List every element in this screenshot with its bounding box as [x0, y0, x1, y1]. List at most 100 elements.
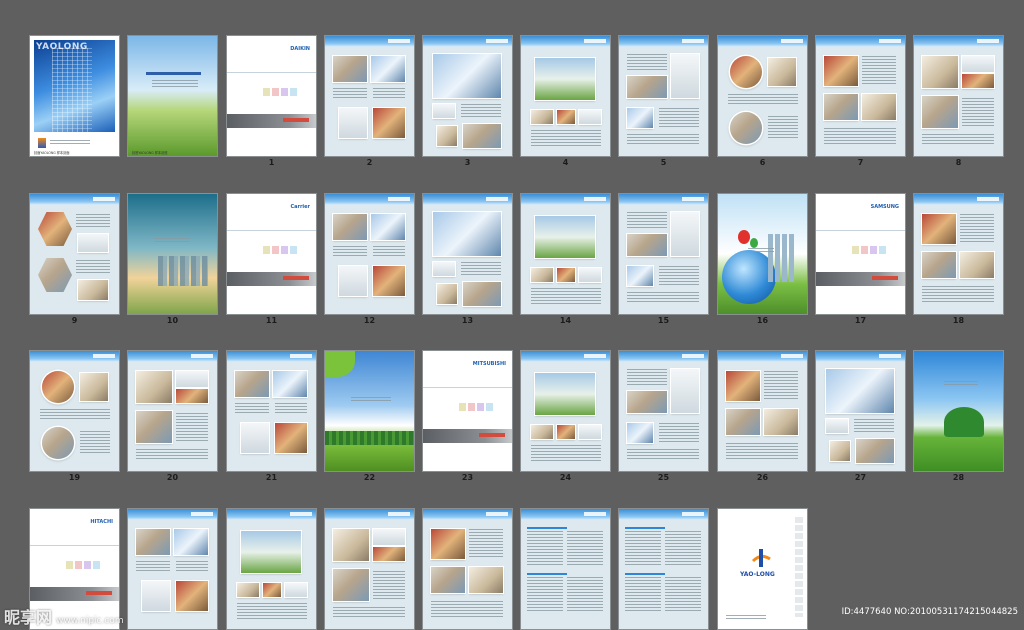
header-tag: [682, 512, 704, 516]
list-heading-bar: [527, 573, 567, 575]
list-heading-bar: [527, 527, 567, 529]
project-photo: [371, 214, 405, 240]
page-number: 21: [265, 473, 278, 482]
project-photo: [922, 96, 958, 128]
page-thumbnail: [30, 194, 119, 314]
page-number: 6: [759, 158, 766, 167]
text-block: [659, 423, 699, 443]
project-photo: [136, 411, 172, 443]
page-thumbnail: DAIKIN: [227, 36, 316, 156]
color-swatch: [477, 403, 484, 411]
text-block: [665, 531, 701, 567]
project-photo: [579, 268, 601, 282]
page-thumbnail: [227, 509, 316, 629]
page-thumbnail: [619, 36, 708, 156]
page-thumbnail: [816, 351, 905, 471]
text-block: [627, 369, 667, 385]
list-heading-bar: [625, 527, 665, 529]
text-block: [373, 571, 405, 599]
header-tag: [290, 512, 312, 516]
text-block: [944, 381, 978, 385]
circle-photo: [730, 56, 762, 88]
text-block: [531, 288, 601, 304]
page-number: 11: [265, 316, 278, 325]
tree-line: [325, 431, 414, 445]
text-block: [627, 134, 699, 146]
text-block: [625, 531, 661, 567]
watermark-site: 昵享网 www.nipic.com: [4, 608, 124, 627]
balloon-graphic: [738, 230, 750, 244]
text-block: [627, 449, 699, 461]
color-swatch: [879, 246, 886, 254]
page-number: 1: [268, 158, 275, 167]
text-block: [80, 431, 110, 455]
page-thumbnail: YAOLONG 封面YAOLONG 样本封面: [30, 36, 119, 156]
color-swatch: [272, 246, 279, 254]
page-number: 3: [464, 158, 471, 167]
project-photo: [535, 373, 595, 415]
text-block: [373, 88, 405, 100]
hexagon-photo: [38, 212, 72, 246]
text-block: [627, 54, 667, 70]
header-tag: [584, 512, 606, 516]
color-swatch: [861, 246, 868, 254]
header-tag: [290, 354, 312, 358]
page-number: 2: [366, 158, 373, 167]
text-block: [154, 238, 190, 242]
color-swatch: [870, 246, 877, 254]
project-photo: [671, 369, 699, 413]
project-photo: [78, 234, 108, 252]
project-photo: [962, 56, 994, 72]
page-thumbnail: [718, 194, 807, 314]
page-thumbnail: [30, 351, 119, 471]
page-number: 24: [559, 473, 572, 482]
page-thumbnail: [325, 194, 414, 314]
page-number: 19: [68, 473, 81, 482]
project-photo: [862, 94, 896, 120]
color-swatch: [66, 561, 73, 569]
list-heading-bar: [625, 573, 665, 575]
circle-photo: [42, 371, 74, 403]
header-tag: [388, 197, 410, 201]
header-tag: [191, 354, 213, 358]
text-block: [922, 286, 994, 302]
project-photo: [627, 391, 667, 413]
page-thumbnail: [325, 351, 414, 471]
header-tag: [682, 197, 704, 201]
project-photo: [579, 110, 601, 124]
project-photo: [922, 252, 956, 278]
project-photo: [726, 409, 760, 435]
text-block: [136, 449, 208, 461]
project-photo: [824, 94, 858, 120]
page-thumbnail: [423, 509, 512, 629]
project-photo: [579, 425, 601, 439]
text-block: [659, 266, 699, 286]
project-photo: [373, 108, 405, 138]
text-block: [862, 56, 896, 86]
page-thumbnail: SAMSUNG: [816, 194, 905, 314]
text-block: [726, 443, 798, 459]
text-block: [235, 403, 269, 415]
brand-logo: Carrier: [290, 204, 310, 210]
text-block: [136, 561, 170, 573]
project-photo: [176, 389, 208, 403]
project-photo: [826, 369, 894, 413]
page-number: 26: [756, 473, 769, 482]
project-photo: [333, 56, 367, 82]
project-photo: [431, 529, 465, 559]
header-tag: [584, 197, 606, 201]
project-photo: [830, 441, 850, 461]
page-number: 23: [461, 473, 474, 482]
color-swatch: [852, 246, 859, 254]
project-photo: [433, 212, 501, 256]
color-swatch: [93, 561, 100, 569]
text-block: [176, 413, 208, 441]
project-photo: [433, 54, 501, 98]
text-block: [659, 108, 699, 128]
project-photo: [176, 371, 208, 387]
text-block: [237, 603, 307, 619]
header-tag: [879, 354, 901, 358]
page-thumbnail: [619, 509, 708, 629]
page-number: 7: [857, 158, 864, 167]
page-thumbnail: 封底YAOLONG 样本封底: [128, 36, 217, 156]
